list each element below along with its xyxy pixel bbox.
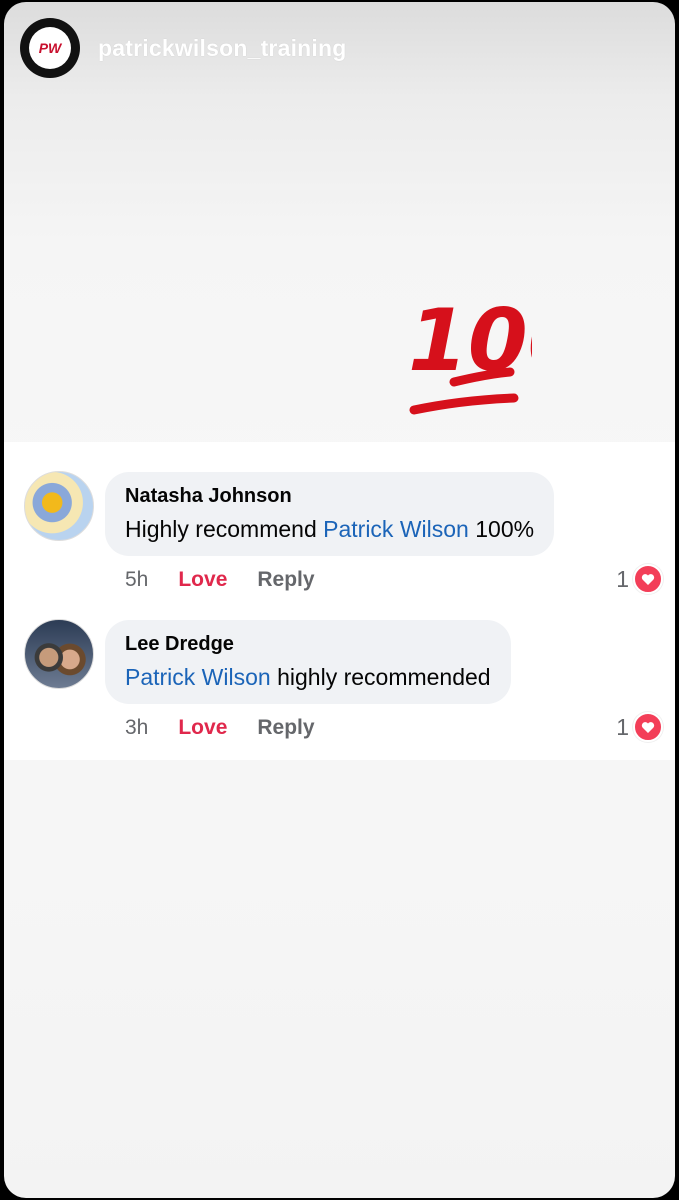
mention-link[interactable]: Patrick Wilson [323, 516, 469, 542]
reaction-summary[interactable]: 1 [616, 712, 663, 742]
story-username[interactable]: patrickwilson_training [98, 35, 347, 62]
heart-icon [633, 564, 663, 594]
avatar[interactable] [24, 619, 94, 689]
comment-text: Highly recommend Patrick Wilson 100% [125, 516, 535, 542]
commenter-name[interactable]: Lee Dredge [125, 633, 491, 656]
reply-button[interactable]: Reply [257, 568, 314, 592]
love-button[interactable]: Love [178, 716, 227, 740]
story-header: PW patrickwilson_training [20, 18, 347, 78]
comment-bubble: Natasha Johnson Highly recommend Patrick… [105, 472, 555, 556]
profile-logo-icon[interactable]: PW [20, 18, 80, 78]
hundred-points-icon: 100 [408, 291, 532, 415]
comment-actions: 5h Love Reply [125, 568, 315, 592]
comments-panel: Natasha Johnson Highly recommend Patrick… [4, 442, 675, 760]
commenter-name[interactable]: Natasha Johnson [125, 485, 534, 508]
comment-actions: 3h Love Reply [125, 716, 315, 740]
comment-bubble: Lee Dredge Patrick Wilson highly recomme… [105, 620, 511, 704]
reaction-count: 1 [616, 713, 629, 740]
logo-text: PW [38, 40, 62, 56]
reaction-summary[interactable]: 1 [616, 564, 663, 594]
avatar[interactable] [24, 471, 94, 541]
mention-link[interactable]: Patrick Wilson [125, 664, 271, 690]
heart-icon [633, 712, 663, 742]
comment-time: 3h [125, 716, 149, 739]
story-frame: PW patrickwilson_training 100 Natasha Jo… [4, 2, 675, 1198]
reply-button[interactable]: Reply [257, 716, 314, 740]
reaction-count: 1 [616, 565, 629, 592]
comment-time: 5h [125, 568, 149, 591]
love-button[interactable]: Love [178, 568, 227, 592]
comment-text: Patrick Wilson highly recommended [125, 664, 491, 690]
